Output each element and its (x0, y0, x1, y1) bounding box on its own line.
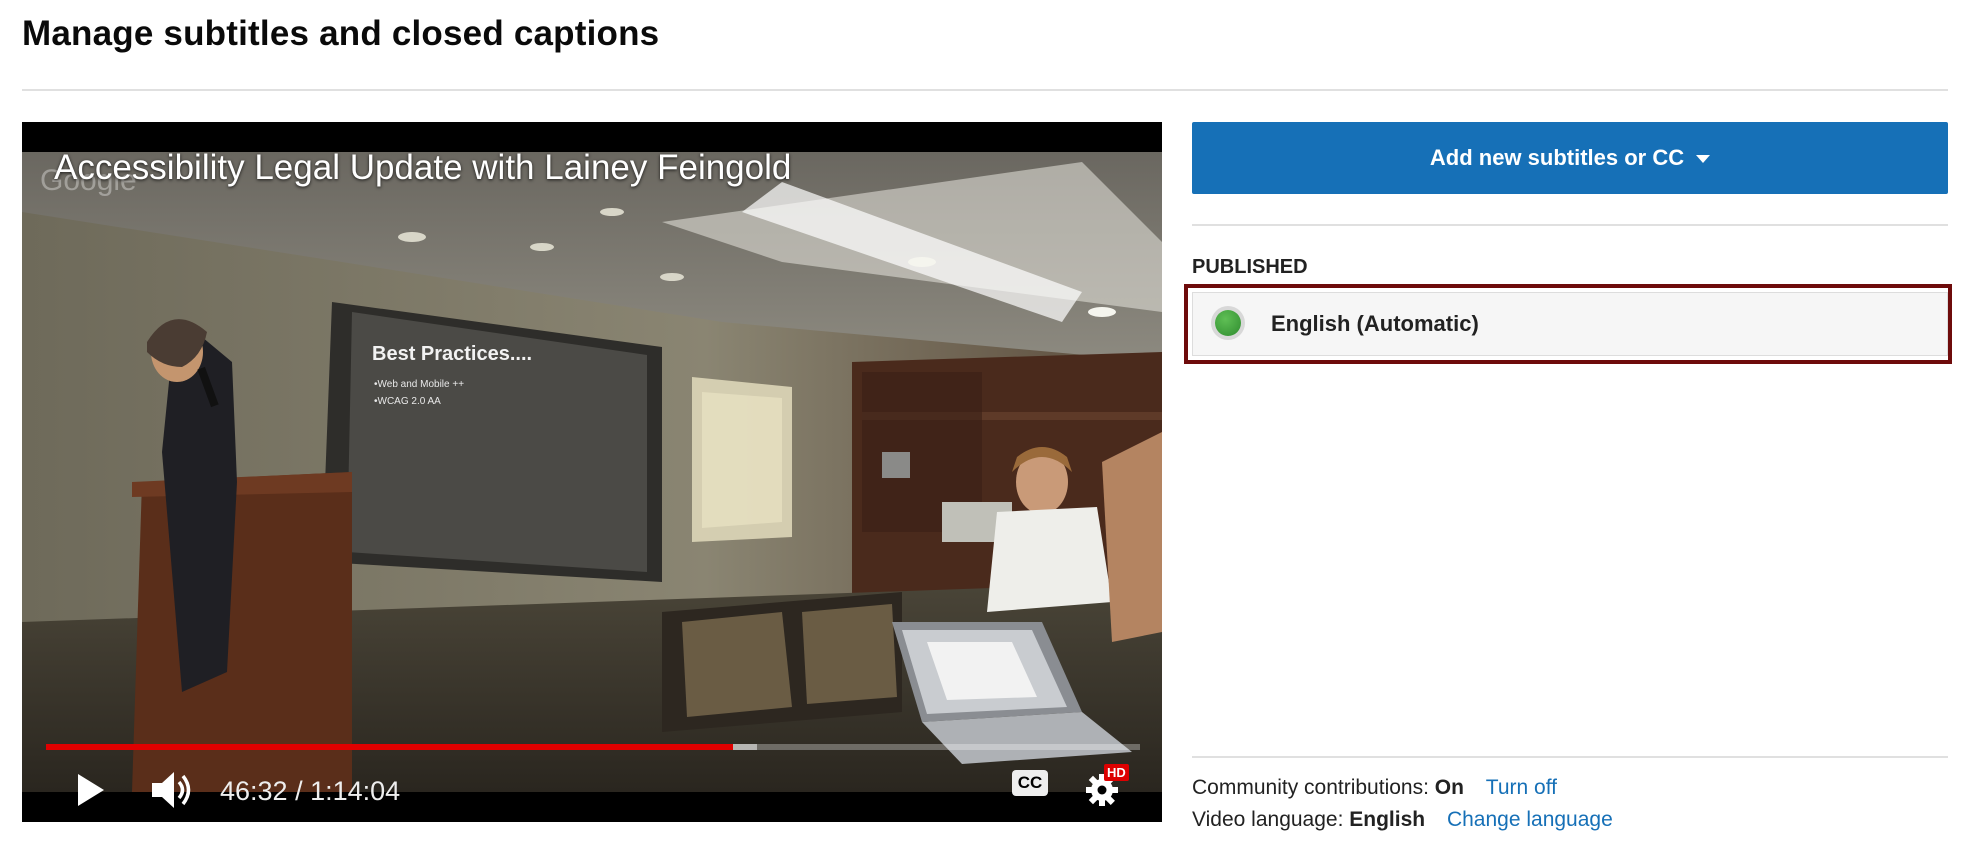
track-label: English (Automatic) (1271, 311, 1479, 336)
language-value: English (1349, 808, 1426, 831)
video-player[interactable]: Best Practices.... •Web and Mobile ++ •W… (22, 122, 1162, 822)
change-language-link[interactable]: Change language (1447, 808, 1613, 831)
settings-button[interactable]: HD (1082, 764, 1129, 813)
video-language: Video language: English Change language (1192, 808, 1613, 832)
community-label: Community contributions: (1192, 776, 1429, 799)
video-frame[interactable]: Best Practices.... •Web and Mobile ++ •W… (22, 152, 1162, 792)
hd-badge: HD (1104, 764, 1129, 781)
video-title[interactable]: Accessibility Legal Update with Lainey F… (54, 148, 791, 188)
captions-button[interactable]: CC (1012, 770, 1048, 796)
play-icon (78, 774, 104, 806)
community-contributions: Community contributions: On Turn off (1192, 776, 1557, 800)
add-subtitles-label: Add new subtitles or CC (1429, 145, 1685, 170)
volume-button[interactable] (150, 770, 194, 815)
volume-icon (152, 772, 191, 808)
language-label: Video language: (1192, 808, 1344, 831)
progress-bar[interactable] (46, 744, 1140, 750)
slide-title-text: Best Practices.... (372, 343, 532, 365)
community-value: On (1434, 776, 1464, 799)
progress-played (46, 744, 734, 750)
footer-divider (1192, 756, 1948, 758)
turn-off-link[interactable]: Turn off (1486, 776, 1557, 799)
panel-divider (1192, 224, 1948, 226)
add-subtitles-button[interactable]: Add new subtitles or CC (1192, 122, 1948, 194)
slide-bullet-2: •WCAG 2.0 AA (374, 396, 441, 407)
page-title: Manage subtitles and closed captions (22, 14, 660, 53)
time-display: 46:32 / 1:14:04 (220, 776, 401, 806)
caret-down-icon (1696, 155, 1711, 163)
player-controls: 46:32 / 1:14:04 CC HD (22, 758, 1162, 822)
published-heading: PUBLISHED (1192, 256, 1308, 278)
published-status-icon (1215, 310, 1241, 336)
subtitle-track-item[interactable]: English (Automatic) (1192, 292, 1948, 356)
play-button[interactable] (74, 772, 108, 813)
slide-bullet-1: •Web and Mobile ++ (374, 379, 464, 390)
title-divider (22, 89, 1948, 91)
